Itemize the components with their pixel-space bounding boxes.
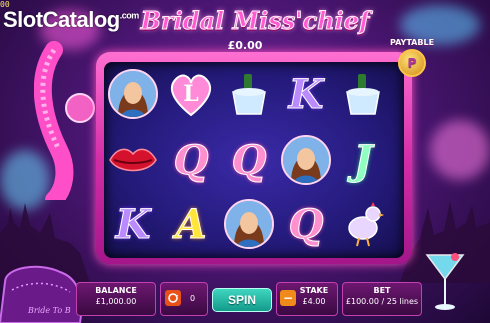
symbol-champagne — [221, 64, 277, 124]
watermark-logo: SlotCatalog.com — [3, 7, 139, 33]
letter-q: Q — [288, 200, 324, 248]
bet-label: BET — [373, 286, 391, 295]
corner-number: 00 — [0, 0, 10, 9]
paytable-label: PAYTABLE — [390, 38, 435, 47]
symbol-q: Q — [221, 130, 277, 190]
symbol-q: Q — [278, 194, 334, 254]
bet-value: £100.00 / 25 lines — [345, 297, 419, 306]
watermark-suffix: .com — [119, 10, 140, 21]
autoplay-count: 0 — [190, 294, 196, 303]
letter-a: A — [175, 200, 207, 248]
bride-portrait-icon — [281, 135, 331, 185]
letter-j: J — [353, 136, 373, 184]
balance-label: BALANCE — [95, 286, 137, 295]
symbol-lips — [105, 130, 161, 190]
balance-value: £1,000.00 — [95, 297, 137, 306]
autoplay-icon — [168, 293, 178, 303]
lips-icon — [109, 148, 157, 172]
letter-q: Q — [173, 136, 209, 184]
feather-boa-decoration — [34, 41, 95, 200]
symbol-bride — [221, 194, 277, 254]
game-stage: Bride To B 00 SlotCatalog.com Bridal Mis… — [0, 0, 490, 323]
balance-panel: BALANCE £1,000.00 — [76, 282, 156, 316]
letter-k: K — [115, 200, 151, 248]
win-amount: £0.00 — [227, 39, 263, 52]
heart-icon: L — [170, 74, 212, 117]
letter-q: Q — [231, 136, 267, 184]
spin-button[interactable]: SPIN — [212, 288, 272, 312]
symbol-q: Q — [163, 130, 219, 190]
letter-k: K — [288, 70, 324, 118]
bet-panel: BET £100.00 / 25 lines — [342, 282, 422, 316]
svg-text:L: L — [183, 81, 198, 107]
game-title: Bridal Miss'chief — [140, 6, 370, 36]
bride-portrait-icon — [108, 69, 158, 119]
symbol-heart-l: L — [163, 64, 219, 124]
champagne-bucket-icon — [232, 74, 266, 115]
symbol-chicken — [335, 194, 391, 254]
symbol-bride — [278, 130, 334, 190]
paytable-button[interactable]: PAYTABLE P — [390, 38, 434, 77]
minus-icon: − — [282, 291, 294, 305]
paytable-coin-icon: P — [398, 49, 427, 77]
watermark-text: SlotCatalog — [3, 7, 120, 32]
symbol-champagne — [335, 64, 391, 124]
autoplay-button[interactable] — [165, 290, 181, 306]
symbol-a: A — [163, 194, 219, 254]
bride-portrait-icon — [224, 199, 274, 249]
stake-decrease-button[interactable]: − — [280, 290, 296, 306]
chicken-icon — [348, 202, 384, 247]
symbol-k: K — [278, 64, 334, 124]
champagne-bucket-icon — [346, 74, 380, 115]
symbol-k: K — [105, 194, 161, 254]
symbol-j: J — [335, 130, 391, 190]
symbol-bride — [105, 64, 161, 124]
disco-light — [430, 120, 490, 180]
